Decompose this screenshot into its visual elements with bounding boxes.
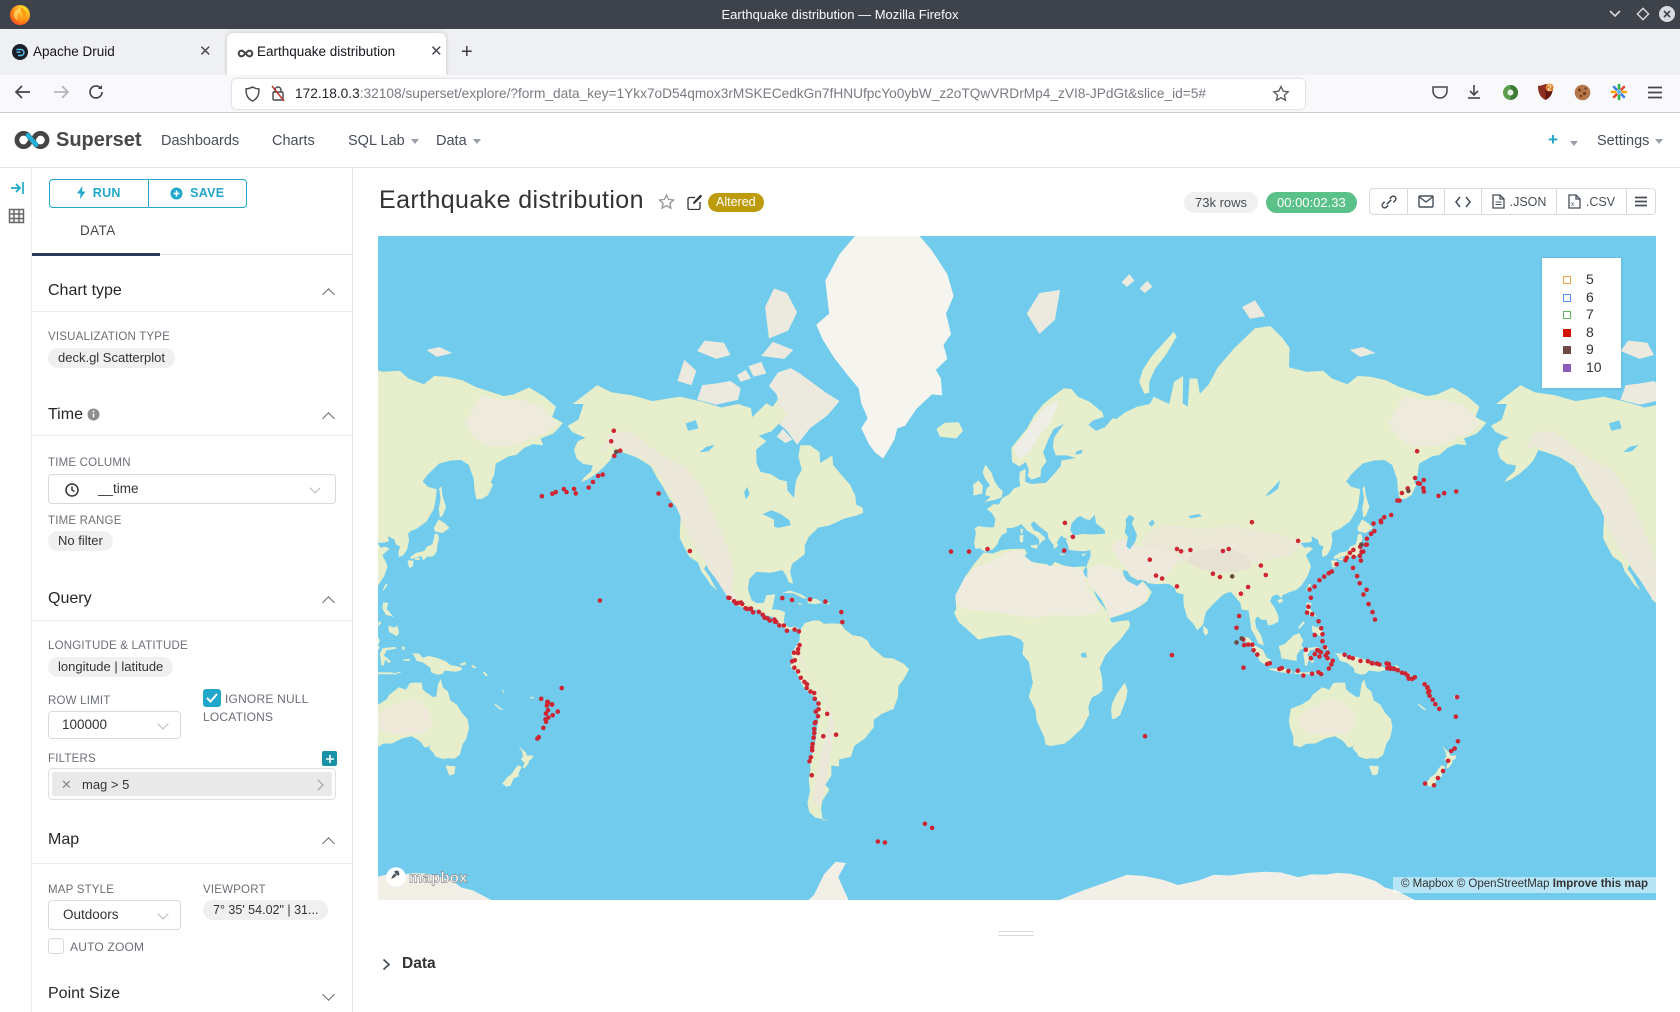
svg-text:x: x: [1571, 201, 1575, 208]
svg-text:mapbox: mapbox: [409, 870, 468, 887]
svg-text:2: 2: [1547, 84, 1552, 93]
